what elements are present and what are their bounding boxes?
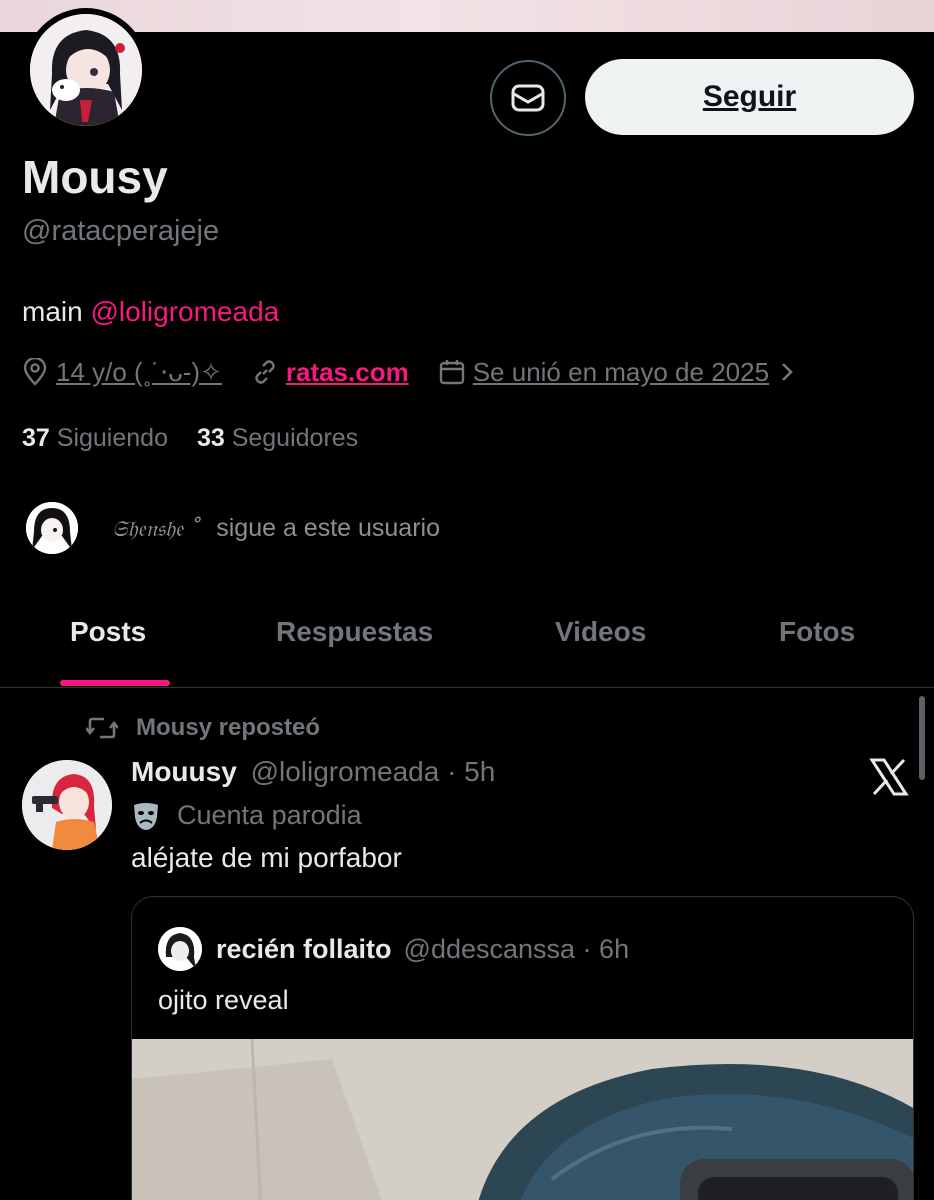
chevron-right-icon	[782, 363, 793, 381]
follow-button[interactable]: Seguir	[585, 59, 914, 135]
scrollbar-thumb[interactable]	[919, 696, 925, 780]
post-text: aléjate de mi porfabor	[131, 842, 402, 873]
profile-tabs: Posts Respuestas Videos Fotos	[0, 600, 934, 688]
bio-text: main	[22, 296, 91, 327]
location-item: 14 y/o (˳˙⋅ᴗ-)✧	[22, 357, 222, 388]
followers-count: 33	[196, 424, 225, 452]
profile-meta: 14 y/o (˳˙⋅ᴗ-)✧ ratas.com Se unió en may…	[22, 354, 803, 390]
quoted-post[interactable]: recién follaito @ddescanssa · 6h ojito r…	[131, 896, 914, 1200]
repost-label: Mousy reposteó	[136, 714, 321, 741]
post-header: Mouusy @loligromeada · 5h	[131, 756, 495, 788]
parody-label-row: Cuenta parodia	[131, 800, 362, 831]
mail-icon	[511, 84, 545, 112]
quote-avatar-illustration	[158, 927, 202, 971]
theater-mask-icon	[134, 802, 158, 830]
post-author-name[interactable]: Mouusy	[131, 756, 237, 787]
repost-icon	[86, 717, 118, 739]
joined-item[interactable]: Se unió en mayo de 2025	[439, 357, 803, 388]
following-count: 37	[22, 424, 50, 452]
follower-avatar-illustration	[26, 502, 78, 554]
post-handle-time[interactable]: @loligromeada · 5h	[251, 756, 496, 787]
tab-respuestas[interactable]: Respuestas	[276, 616, 433, 648]
location-icon	[23, 358, 47, 386]
joined-text: Se unió en mayo de 2025	[472, 356, 770, 387]
followers-link[interactable]: 33 Seguidores	[197, 424, 358, 452]
follower-name[interactable]: 𝔖𝔥𝔢𝔫𝔰𝔥𝔢 ˚	[112, 517, 201, 542]
followed-by-text: 𝔖𝔥𝔢𝔫𝔰𝔥𝔢 ˚ sigue a este usuario	[112, 514, 440, 543]
post-avatar-illustration	[22, 760, 112, 850]
parody-label: Cuenta parodia	[177, 800, 362, 830]
profile-bio: main @loligromeada	[22, 296, 279, 328]
active-tab-indicator	[60, 680, 170, 686]
quote-author-name[interactable]: recién follaito	[216, 934, 392, 965]
quote-header: recién follaito @ddescanssa · 6h	[158, 927, 629, 971]
followed-by-suffix: sigue a este usuario	[216, 513, 440, 542]
tab-posts[interactable]: Posts	[70, 616, 146, 648]
followers-label: Seguidores	[231, 424, 359, 452]
tab-videos[interactable]: Videos	[555, 616, 646, 648]
quote-photo	[132, 1039, 913, 1200]
quote-media-image[interactable]	[132, 1039, 913, 1200]
display-name: Mousy	[22, 151, 168, 203]
quote-author-avatar	[158, 927, 202, 971]
calendar-icon	[439, 360, 464, 385]
post-author-avatar[interactable]	[22, 760, 112, 850]
quote-text: ojito reveal	[158, 985, 289, 1015]
follow-counts: 37 Siguiendo 33 Seguidores	[22, 424, 380, 453]
profile-banner[interactable]	[0, 0, 934, 32]
avatar-illustration	[30, 14, 142, 126]
tab-fotos[interactable]: Fotos	[779, 616, 855, 648]
followed-by-row[interactable]: 𝔖𝔥𝔢𝔫𝔰𝔥𝔢 ˚ sigue a este usuario	[24, 500, 440, 556]
website-item[interactable]: ratas.com	[252, 357, 409, 388]
link-icon	[255, 360, 275, 384]
follower-avatar	[24, 500, 80, 556]
message-button[interactable]	[490, 60, 566, 136]
profile-handle: @ratacperajeje	[22, 215, 220, 247]
following-link[interactable]: 37 Siguiendo	[22, 424, 168, 452]
quote-handle-time[interactable]: @ddescanssa · 6h	[404, 934, 630, 965]
location-text: 14 y/o (˳˙⋅ᴗ-)✧	[56, 356, 222, 387]
following-label: Siguiendo	[56, 424, 168, 452]
profile-avatar[interactable]	[24, 8, 148, 132]
repost-indicator: Mousy reposteó	[86, 714, 320, 742]
x-logo-icon[interactable]	[868, 756, 910, 798]
website-link[interactable]: ratas.com	[286, 357, 409, 388]
bio-mention-link[interactable]: @loligromeada	[90, 296, 279, 327]
